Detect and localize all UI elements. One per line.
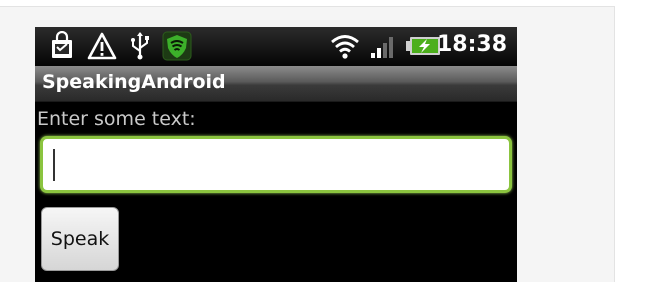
- usb-icon: [125, 31, 155, 61]
- battery-charging-icon: [405, 31, 441, 61]
- phone-screen: 18:38 SpeakingAndroid Enter some text: S…: [35, 27, 517, 282]
- text-input[interactable]: [40, 136, 512, 193]
- shopping-bag-icon: [47, 31, 77, 61]
- status-clock: 18:38: [436, 32, 507, 57]
- shield-icon: [162, 31, 192, 61]
- status-bar: 18:38: [35, 27, 517, 66]
- text-prompt-label: Enter some text:: [37, 108, 196, 130]
- warning-icon: [87, 31, 117, 61]
- app-title: SpeakingAndroid: [42, 71, 226, 93]
- text-cursor: [53, 149, 55, 181]
- wifi-icon: [330, 31, 360, 61]
- signal-icon: [368, 31, 398, 61]
- app-title-bar: SpeakingAndroid: [35, 66, 517, 102]
- speak-button[interactable]: Speak: [41, 207, 119, 271]
